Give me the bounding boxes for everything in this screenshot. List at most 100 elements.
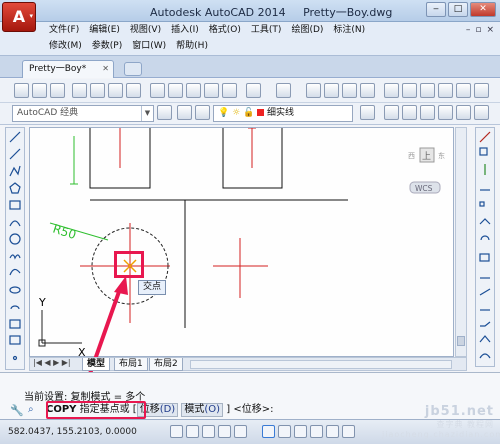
option-mode[interactable]: 模式(O)	[181, 403, 224, 417]
redo-icon[interactable]	[276, 83, 291, 98]
close-button[interactable]: ✕	[470, 2, 496, 17]
dynamic-ucs-icon[interactable]	[310, 425, 323, 438]
menu-parameter[interactable]: 参数(P)	[91, 39, 131, 54]
trim-icon[interactable]	[479, 288, 491, 296]
minimize-button[interactable]: ‒	[426, 2, 446, 17]
revision-cloud-icon[interactable]	[9, 254, 21, 260]
sheet-set-icon[interactable]	[438, 83, 453, 98]
layer-states-icon[interactable]	[195, 105, 210, 120]
polyline-icon[interactable]	[9, 165, 21, 177]
doc-close-icon[interactable]: ×	[486, 25, 494, 35]
document-tab[interactable]: Pretty一Boy* ✕	[22, 60, 114, 78]
rotate-icon[interactable]	[480, 235, 490, 241]
copy-icon[interactable]	[168, 83, 183, 98]
tab-layout2[interactable]: 布局2	[149, 358, 183, 371]
menu-draw[interactable]: 绘图(D)	[290, 23, 332, 38]
array-icon[interactable]	[479, 201, 485, 207]
zoom-window-icon[interactable]	[342, 83, 357, 98]
paste-icon[interactable]	[186, 83, 201, 98]
polygon-icon[interactable]	[9, 182, 21, 194]
make-current-layer-icon[interactable]	[360, 105, 375, 120]
menu-dimension[interactable]: 标注(N)	[332, 23, 374, 38]
match-properties-icon[interactable]	[204, 83, 219, 98]
polar-tracking-icon[interactable]	[234, 425, 247, 438]
tab-layout1[interactable]: 布局1	[114, 358, 148, 371]
layer-previous-icon[interactable]	[456, 105, 471, 120]
menu-format[interactable]: 格式(O)	[208, 23, 250, 38]
calculator-icon[interactable]	[474, 83, 489, 98]
drawing-canvas[interactable]: R50 Y X 上 西 东 WCS	[29, 127, 454, 357]
menu-insert[interactable]: 插入(I)	[170, 23, 208, 38]
rectangle-icon[interactable]	[9, 200, 21, 210]
print-preview-icon[interactable]	[90, 83, 105, 98]
publish-icon[interactable]	[126, 83, 141, 98]
cut-icon[interactable]	[150, 83, 165, 98]
lineweight-control-icon[interactable]	[420, 105, 435, 120]
infer-constraints-icon[interactable]	[170, 425, 183, 438]
erase-icon[interactable]	[479, 131, 491, 143]
menu-view[interactable]: 视图(V)	[129, 23, 170, 38]
layer-dropdown[interactable]: 💡 ☼ 🔓 细实线	[213, 105, 353, 122]
menu-window[interactable]: 窗口(W)	[131, 39, 175, 54]
design-center-icon[interactable]	[402, 83, 417, 98]
linetype-control-icon[interactable]	[402, 105, 417, 120]
new-tab-button[interactable]	[124, 62, 142, 76]
spline-icon[interactable]	[9, 268, 21, 276]
close-tab-icon[interactable]: ✕	[102, 61, 109, 77]
copy-object-icon[interactable]	[479, 147, 488, 156]
menu-modify[interactable]: 修改(M)	[48, 39, 91, 54]
layer-isolate-icon[interactable]	[474, 105, 489, 120]
make-block-icon[interactable]	[9, 335, 21, 345]
point-icon[interactable]	[12, 355, 18, 361]
otrack-icon[interactable]	[294, 425, 307, 438]
lineweight-icon[interactable]	[342, 425, 355, 438]
application-menu-button[interactable]: A ▾	[2, 2, 36, 32]
construction-line-icon[interactable]	[9, 148, 21, 160]
arc-icon[interactable]	[9, 220, 21, 227]
line-icon[interactable]	[9, 131, 21, 143]
chamfer-icon[interactable]	[479, 335, 491, 343]
doc-minimize-icon[interactable]: –	[466, 25, 471, 35]
vertical-scrollbar[interactable]	[455, 127, 467, 357]
break-icon[interactable]	[480, 321, 491, 327]
scroll-thumb[interactable]	[457, 336, 465, 346]
horizontal-scrollbar[interactable]	[190, 360, 452, 369]
ortho-mode-icon[interactable]	[218, 425, 231, 438]
new-file-icon[interactable]	[14, 83, 29, 98]
tab-model[interactable]: 模型	[82, 358, 111, 371]
zoom-previous-icon[interactable]	[360, 83, 375, 98]
object-snap-icon[interactable]	[262, 425, 275, 438]
insert-block-icon[interactable]	[9, 319, 21, 329]
ellipse-arc-icon[interactable]	[10, 305, 20, 310]
fillet-icon[interactable]	[479, 353, 491, 359]
workspace-dropdown[interactable]: AutoCAD 经典 ▼	[12, 105, 154, 122]
ellipse-icon[interactable]	[9, 286, 21, 294]
block-editor-icon[interactable]	[222, 83, 237, 98]
menu-tools[interactable]: 工具(T)	[250, 23, 291, 38]
zoom-realtime-icon[interactable]	[324, 83, 339, 98]
snap-mode-icon[interactable]	[186, 425, 199, 438]
workspace-settings-icon[interactable]	[157, 105, 172, 120]
plot-style-icon[interactable]	[438, 105, 453, 120]
layer-properties-icon[interactable]	[177, 105, 192, 120]
command-search-icon[interactable]: ⌕	[28, 404, 34, 415]
maximize-button[interactable]: □	[448, 2, 468, 17]
menu-edit[interactable]: 编辑(E)	[88, 23, 129, 38]
pan-icon[interactable]	[306, 83, 321, 98]
scale-icon[interactable]	[479, 253, 490, 262]
layout-nav-arrows[interactable]: |◀ ◀ ▶ ▶|	[33, 358, 71, 367]
3d-osnap-icon[interactable]	[278, 425, 291, 438]
save-icon[interactable]	[50, 83, 65, 98]
color-control-icon[interactable]	[384, 105, 399, 120]
menu-help[interactable]: 帮助(H)	[175, 39, 217, 54]
move-icon[interactable]	[479, 218, 491, 225]
grid-display-icon[interactable]	[202, 425, 215, 438]
menu-file[interactable]: 文件(F)	[48, 23, 88, 38]
open-file-icon[interactable]	[32, 83, 47, 98]
circle-icon[interactable]	[9, 233, 21, 245]
wrench-icon[interactable]: 🔧	[10, 404, 24, 417]
plot-icon[interactable]	[108, 83, 123, 98]
undo-icon[interactable]	[246, 83, 261, 98]
print-icon[interactable]	[72, 83, 87, 98]
dynamic-input-icon[interactable]	[326, 425, 339, 438]
